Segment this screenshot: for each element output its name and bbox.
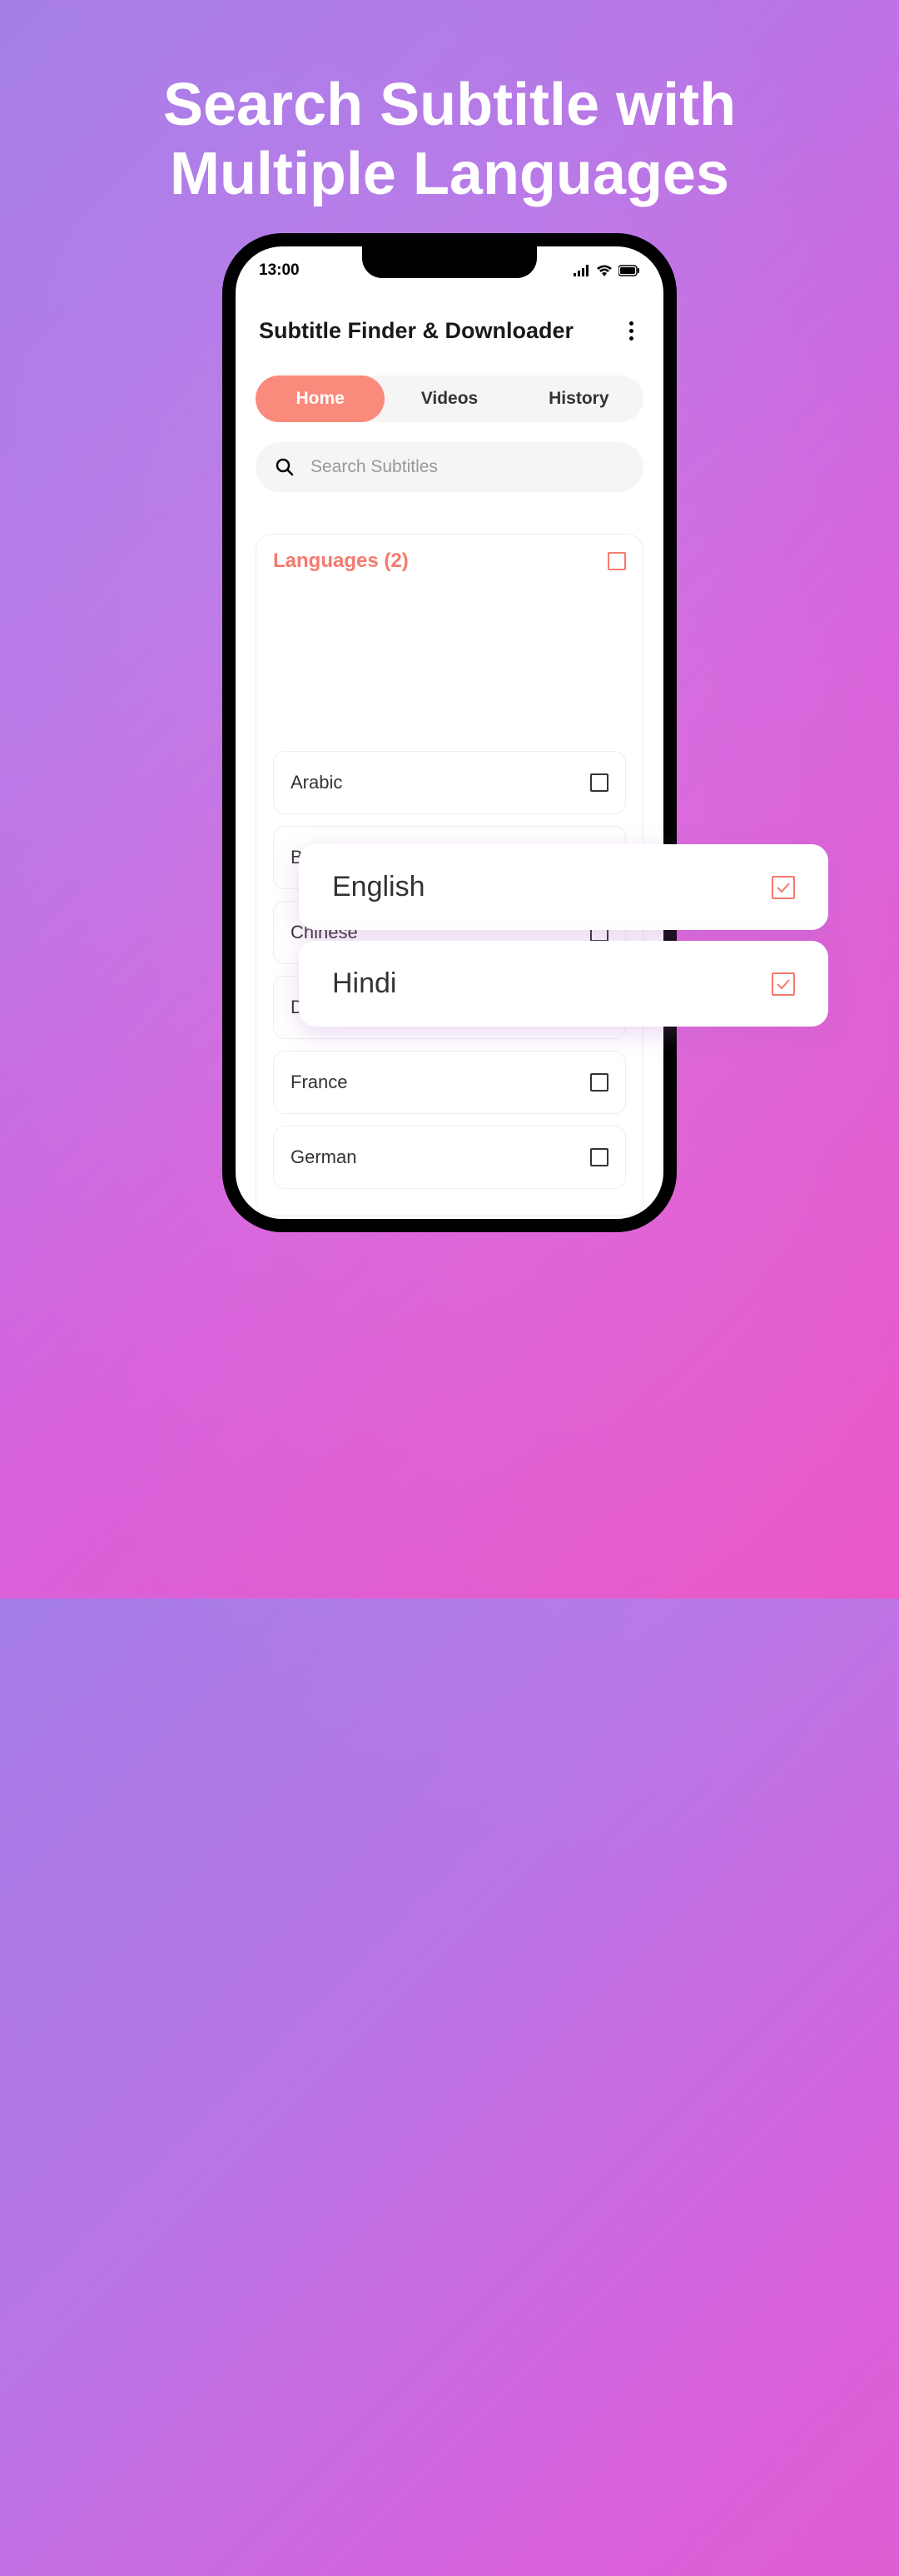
language-checkbox-checked[interactable] <box>772 972 795 996</box>
language-label: Arabic <box>291 772 342 793</box>
battery-icon <box>618 265 640 276</box>
language-item-german[interactable]: German <box>273 1126 626 1189</box>
tab-home[interactable]: Home <box>256 375 385 422</box>
language-checkbox-checked[interactable] <box>772 876 795 899</box>
selected-language-hindi[interactable]: Hindi <box>299 941 828 1027</box>
language-item-france[interactable]: France <box>273 1051 626 1114</box>
select-all-checkbox[interactable] <box>608 552 626 570</box>
wifi-icon <box>597 265 612 276</box>
language-checkbox[interactable] <box>590 1073 608 1092</box>
language-item-arabic[interactable]: Arabic <box>273 751 626 814</box>
tab-history[interactable]: History <box>514 375 643 422</box>
languages-title: Languages (2) <box>273 550 409 573</box>
tabs: Home Videos History <box>256 375 643 422</box>
search-input[interactable]: Search Subtitles <box>256 442 643 492</box>
language-checkbox[interactable] <box>590 1148 608 1166</box>
search-placeholder: Search Subtitles <box>310 457 438 477</box>
phone-frame: 13:00 Subtitle Finder & Downloader <box>222 233 677 1232</box>
selected-language-english[interactable]: English <box>299 844 828 930</box>
selected-language-label: Hindi <box>332 967 396 1000</box>
selected-language-label: English <box>332 871 425 903</box>
language-label: France <box>291 1072 347 1093</box>
language-checkbox[interactable] <box>590 773 608 792</box>
tab-videos[interactable]: Videos <box>385 375 514 422</box>
menu-button[interactable] <box>623 315 640 347</box>
notch <box>362 245 537 278</box>
app-title: Subtitle Finder & Downloader <box>259 318 574 344</box>
signal-icon <box>574 265 590 276</box>
status-time: 13:00 <box>259 261 300 280</box>
language-label: German <box>291 1146 356 1168</box>
search-icon <box>276 458 294 476</box>
